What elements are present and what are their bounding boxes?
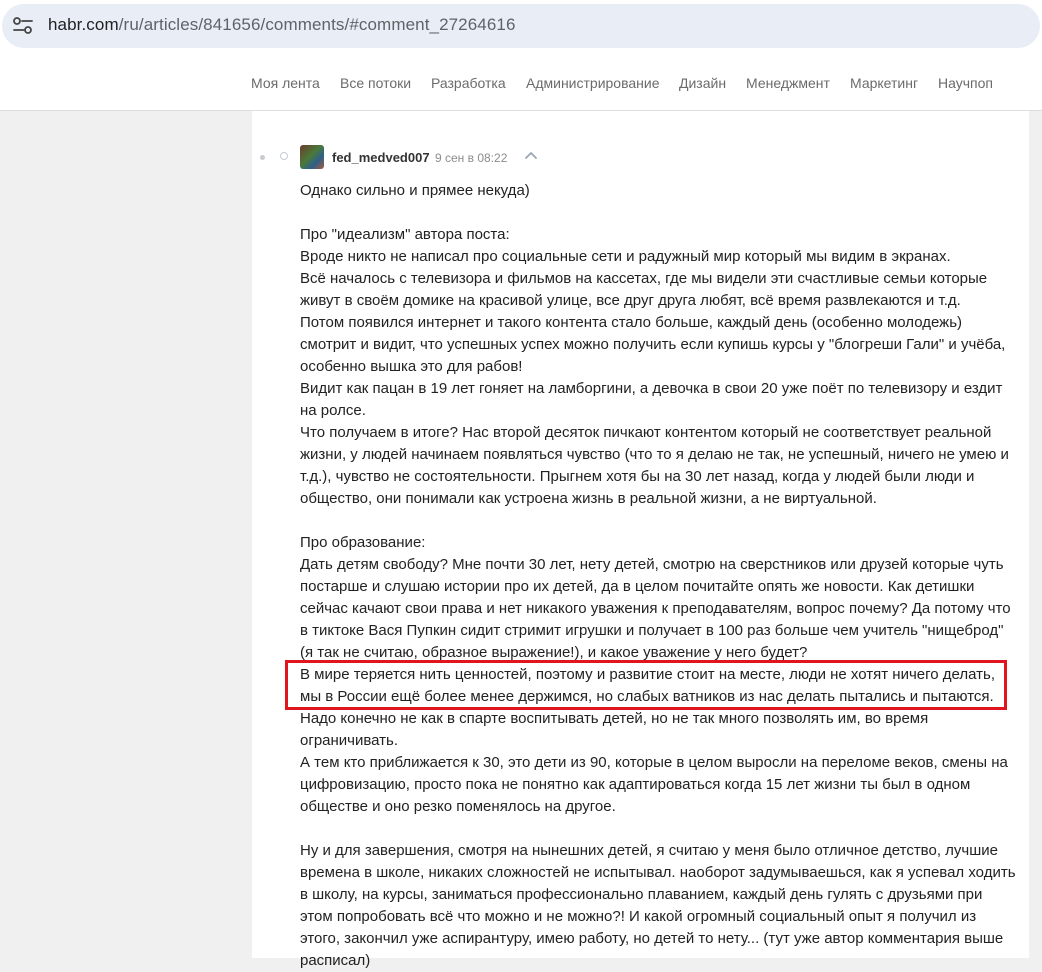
comment-line: этого, закончил уже аспирантуру, имею ра…: [300, 930, 1004, 947]
comment-line: в тиктоке Вася Пупкин сидит стримит игру…: [300, 622, 1004, 639]
comment-line: живут в своём домике на красивой улице, …: [300, 292, 961, 309]
comment-line: Дать детям свободу? Мне почти 30 лет, не…: [300, 556, 1004, 573]
comment-line: общество, они понимали как устроена жизн…: [300, 490, 877, 507]
comment-line: особенно вышка это для рабов!: [300, 358, 523, 375]
comment-line: жизни, у людей начинаем появляться чувст…: [300, 446, 1009, 463]
comment-body: Однако сильно и прямее некуда) Про "идеал…: [300, 180, 1020, 972]
comment-blank-line: [300, 818, 1020, 840]
comment-blank-line: [300, 202, 1020, 224]
comment-line: на ролсе.: [300, 402, 366, 419]
nav-item-design[interactable]: Дизайн: [679, 75, 726, 91]
comment-line: сейчас качают свои права и нет никакого …: [300, 600, 1011, 617]
chevron-up-icon[interactable]: [524, 150, 538, 160]
comment-line: Однако сильно и прямее некуда): [300, 182, 530, 199]
nav-item-popsci[interactable]: Научпоп: [938, 75, 993, 91]
browser-toolbar: habr.com/ru/articles/841656/comments/#co…: [0, 0, 1042, 54]
comment-line: Видит как пацан в 19 лет гоняет на ламбо…: [300, 380, 1003, 397]
comment-line: времена в школе, никаких сложностей не и…: [300, 864, 1016, 881]
comment-author[interactable]: fed_medved007: [332, 150, 430, 165]
comment-line: Про образование:: [300, 534, 426, 551]
url-text[interactable]: habr.com/ru/articles/841656/comments/#co…: [48, 15, 516, 35]
tune-icon[interactable]: [12, 17, 34, 35]
comment-line: Что получаем в итоге? Нас второй десяток…: [300, 424, 992, 441]
thread-circle-icon: [280, 152, 288, 160]
comment-line: обществе и оно резко поменялось на друго…: [300, 798, 616, 815]
comment-line: смотрит и видит, что успешных успех можн…: [300, 336, 1006, 353]
comment-line: этом попробовать всё что можно и не можн…: [300, 908, 977, 925]
nav-item-marketing[interactable]: Маркетинг: [850, 75, 918, 91]
comment-date[interactable]: 9 сен в 08:22: [435, 151, 507, 165]
comment-line: Вроде никто не написал про социальные се…: [300, 248, 951, 265]
url-path: /ru/articles/841656/comments/#comment_27…: [118, 15, 516, 34]
comment-line: ограничивать.: [300, 732, 399, 749]
habr-nav: Моя лента Все потоки Разработка Админист…: [0, 54, 1042, 111]
comment-line: т.д.), чувство не состоятельности. Прыгн…: [300, 468, 975, 485]
nav-item-all-streams[interactable]: Все потоки: [340, 75, 411, 91]
highlight-box: [285, 660, 1007, 710]
comment-line: постарше и слушаю истории про их детей, …: [300, 578, 975, 595]
nav-item-my-feed[interactable]: Моя лента: [251, 75, 320, 91]
comment-line: Потом появился интернет и такого контент…: [300, 314, 963, 331]
comment-line: Ну и для завершения, смотря на нынешних …: [300, 842, 998, 859]
comment-line: расписал): [300, 952, 371, 969]
nav-item-administration[interactable]: Администрирование: [526, 75, 660, 91]
comment-line: А тем кто приближается к 30, это дети из…: [300, 754, 1008, 771]
comment-line: Надо конечно не как в спарте воспитывать…: [300, 710, 929, 727]
comment-line: в школу, на курсы, заниматься профессион…: [300, 886, 983, 903]
avatar[interactable]: [300, 145, 324, 169]
comment-line: Про "идеализм" автора поста:: [300, 226, 510, 243]
nav-item-management[interactable]: Менеджмент: [746, 75, 830, 91]
nav-item-development[interactable]: Разработка: [431, 75, 506, 91]
comment-blank-line: [300, 510, 1020, 532]
comment-line: Всё началось с телевизора и фильмов на к…: [300, 270, 988, 287]
url-host: habr.com: [48, 15, 119, 34]
thread-dot-icon: [260, 155, 265, 160]
comment-line: цифровизацию, просто пока не понятно как…: [300, 776, 971, 793]
address-bar[interactable]: habr.com/ru/articles/841656/comments/#co…: [2, 4, 1040, 48]
